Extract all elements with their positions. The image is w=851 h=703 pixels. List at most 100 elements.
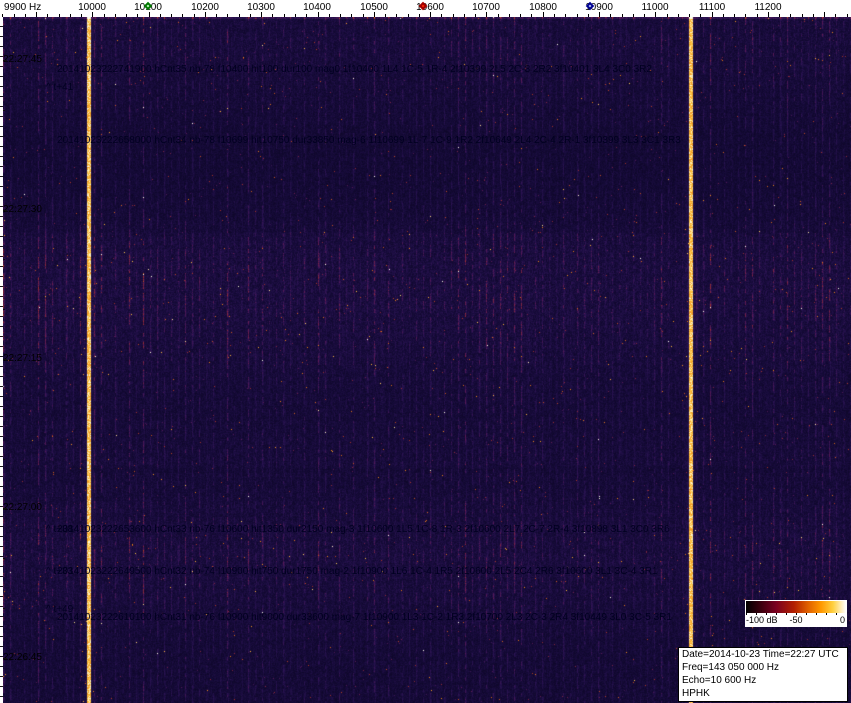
freq-tick-minor xyxy=(700,14,702,17)
freq-tick-minor xyxy=(452,14,454,17)
freq-tick-minor xyxy=(835,14,837,17)
freq-tick-minor xyxy=(587,14,589,17)
freq-tick-minor xyxy=(779,14,781,17)
freq-tick-minor xyxy=(463,14,465,17)
freq-tick-minor xyxy=(497,14,499,17)
freq-tick-minor xyxy=(238,14,240,17)
info-line-frequency: Freq=143 050 000 Hz xyxy=(682,662,780,673)
annotation-marker-label: ^ t+41 xyxy=(46,82,74,93)
time-label: 22:27:45 xyxy=(3,54,42,65)
time-ruler-strip xyxy=(0,17,3,703)
freq-tick-minor xyxy=(553,14,555,17)
annotation-detection-text: 20141023222649500 hCnt32 nb-74 f10900 hi… xyxy=(57,566,658,577)
freq-tick-minor xyxy=(689,14,691,17)
freq-tick-minor xyxy=(632,14,634,17)
freq-tick-minor xyxy=(295,14,296,17)
freq-tick-major xyxy=(317,12,319,17)
freq-tick-major xyxy=(711,12,713,17)
spectrogram-overlays: 22:27:45 22:27:30 22:27:15 22:27:00 22:26:45… xyxy=(0,0,851,703)
freq-tick-major xyxy=(261,12,263,17)
freq-tick-minor xyxy=(610,14,612,17)
time-label: 22:26:45 xyxy=(3,652,42,663)
freq-tick-minor xyxy=(283,14,285,17)
freq-tick-minor xyxy=(396,14,398,17)
freq-tick-minor xyxy=(13,14,15,17)
frequency-ruler: 9900 Hz100001010010200103001040010500106… xyxy=(0,0,851,17)
colorbar-gradient xyxy=(746,601,846,613)
freq-tick-minor xyxy=(745,14,747,17)
freq-tick-minor xyxy=(58,14,60,17)
time-label: 22:27:30 xyxy=(3,204,42,215)
freq-tick-minor xyxy=(801,14,803,17)
freq-tick-minor xyxy=(846,14,848,17)
freq-tick-minor xyxy=(227,14,229,17)
freq-tick-minor xyxy=(328,14,330,17)
freq-tick-minor xyxy=(508,14,510,17)
freq-tick-minor xyxy=(216,14,218,17)
freq-tick-minor xyxy=(306,14,308,17)
freq-tick-minor xyxy=(126,14,128,17)
freq-tick-major xyxy=(204,12,206,17)
freq-tick-minor xyxy=(249,14,251,17)
freq-tick-minor xyxy=(103,14,105,17)
freq-tick-minor xyxy=(520,14,522,17)
info-box: Date=2014-10-23 Time=22:27 UTC Freq=143 … xyxy=(678,647,848,702)
freq-tick-minor xyxy=(812,14,814,17)
annotation-detection-text: 20141023222610100 hCnt31 nb-76 f10900 hi… xyxy=(57,612,672,623)
info-line-datetime: Date=2014-10-23 Time=22:27 UTC xyxy=(682,649,839,660)
freq-tick-minor xyxy=(722,14,724,17)
freq-tick-minor xyxy=(475,14,477,17)
freq-tick-minor xyxy=(340,14,341,17)
freq-tick-minor xyxy=(351,14,353,17)
freq-tick-minor xyxy=(407,14,409,17)
colorbar-label-mid: -50 xyxy=(789,615,803,625)
freq-tick-minor xyxy=(24,14,26,17)
freq-tick-minor xyxy=(621,14,623,17)
freq-tick-minor xyxy=(193,14,195,17)
freq-tick-minor xyxy=(159,14,161,17)
freq-tick-minor xyxy=(441,14,443,17)
freq-tick-major xyxy=(36,12,37,17)
time-label: 22:27:15 xyxy=(3,353,42,364)
freq-tick-minor xyxy=(734,14,736,17)
colorbar-label-max: 0 xyxy=(839,615,845,625)
freq-tick-minor xyxy=(114,14,116,17)
freq-tick-major xyxy=(92,12,94,17)
colorbar-labels: -100 dB -50 0 xyxy=(746,615,846,626)
annotation-detection-text: 20141023222741900 hCnt35 nb-78 f10400 hi… xyxy=(57,64,652,75)
freq-tick-minor xyxy=(47,14,49,17)
spectrogram-window: 9900 Hz100001010010200103001040010500106… xyxy=(0,0,851,703)
freq-tick-major xyxy=(430,12,432,17)
freq-tick-minor xyxy=(790,14,792,17)
freq-tick-minor xyxy=(81,14,82,17)
freq-tick-major xyxy=(767,12,769,17)
freq-tick-minor xyxy=(565,14,567,17)
freq-tick-minor xyxy=(182,14,184,17)
freq-tick-minor xyxy=(666,14,668,17)
colorbar-panel: -100 dB -50 0 xyxy=(745,600,847,627)
freq-tick-major xyxy=(486,12,488,17)
freq-tick-minor xyxy=(272,14,274,17)
freq-tick-minor xyxy=(2,14,4,17)
time-label: 22:27:00 xyxy=(3,502,42,513)
freq-tick-minor xyxy=(418,14,420,17)
freq-tick-minor xyxy=(576,14,578,17)
freq-tick-major xyxy=(599,12,600,17)
freq-tick-major xyxy=(824,12,826,17)
freq-tick-minor xyxy=(531,14,533,17)
freq-tick-major xyxy=(542,12,544,17)
info-line-station: HPHK xyxy=(682,688,710,699)
colorbar-label-min: -100 dB xyxy=(746,615,778,625)
freq-tick-minor xyxy=(171,14,173,17)
freq-tick-minor xyxy=(756,14,758,17)
annotation-detection-text: 20141023222658000 hCnt34 nb-78 f10699 hi… xyxy=(57,135,681,146)
freq-tick-minor xyxy=(385,14,386,17)
freq-tick-minor xyxy=(677,14,679,17)
info-line-echo: Echo=10 600 Hz xyxy=(682,675,757,686)
freq-tick-minor xyxy=(644,14,645,17)
freq-tick-major xyxy=(373,12,375,17)
freq-tick-minor xyxy=(69,14,71,17)
freq-tick-minor xyxy=(137,14,139,17)
freq-tick-minor xyxy=(362,14,364,17)
freq-tick-major xyxy=(655,12,657,17)
